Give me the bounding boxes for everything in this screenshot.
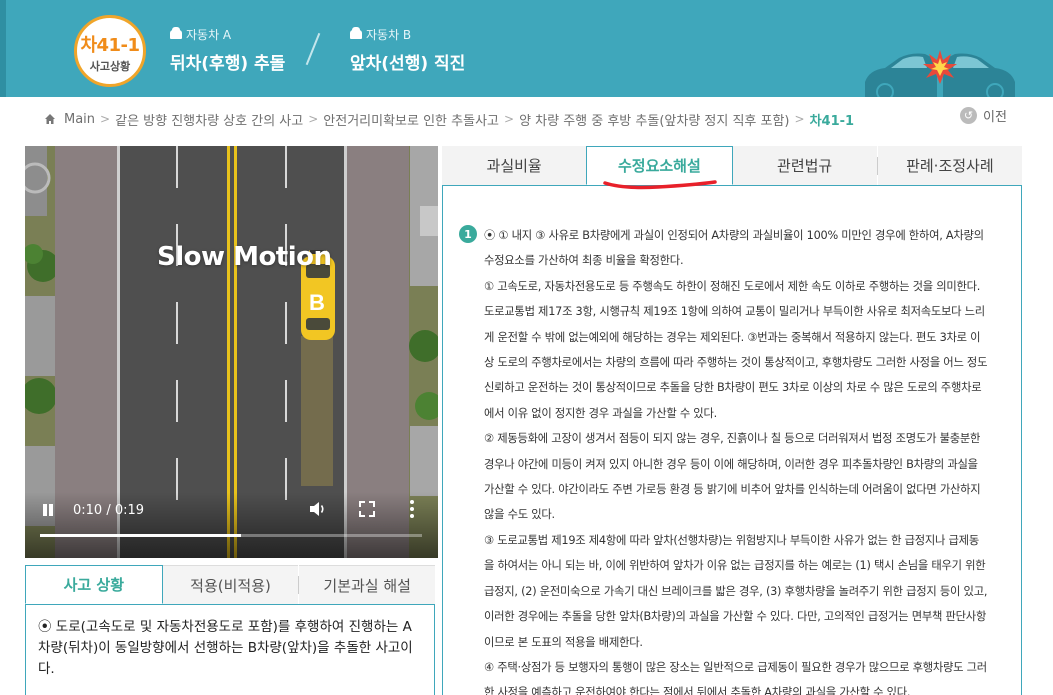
situation-tabs: 사고 상황 적용(비적용) 기본과실 해설 [25,565,436,605]
breadcrumb-item[interactable]: 안전거리미확보로 인한 추돌사고 [323,110,499,129]
car-a-info: 자동차 A 뒤차(후행) 추돌 [170,26,285,74]
video-progress-bar[interactable] [40,534,422,537]
explanation-paragraph: ② 제동등화에 고장이 생겨서 점등이 되지 않는 경우, 진흙이나 칠 등으로… [484,432,981,522]
explanation-tabs: 과실비율 수정요소해설 관련법규 판례·조정사례 [442,146,1022,186]
car-icon [350,27,362,39]
car-b-info: 자동차 B 앞차(선행) 직진 [350,26,465,74]
car-b-title: 앞차(선행) 직진 [350,54,466,74]
explanation-paragraph: ① 고속도로, 자동차전용도로 등 주행속도 하한이 정해진 도로에서 제한 속… [484,279,988,420]
scenario-badge: 차41-1 사고상황 [74,15,146,87]
explanation-paragraph: ④ 주택·상점가 등 보행자의 통행이 많은 장소는 일반적으로 급제동이 필요… [484,660,987,695]
scenario-code: 차41-1 [80,35,140,56]
breadcrumb-separator: > [100,112,111,126]
header-stripe [0,0,6,97]
fullscreen-icon[interactable] [359,501,375,517]
breadcrumb-separator: > [308,112,319,126]
situation-text: ⦿ 도로(고속도로 및 자동차전용도로 포함)를 후행하여 진행하는 A차량(뒤… [38,619,413,677]
car-crash-illustration [865,50,1015,97]
car-b-marker: B [309,290,325,315]
home-icon[interactable] [44,113,56,125]
prev-button[interactable]: ↺ 이전 [960,106,1007,125]
scenario-header: 차41-1 사고상황 자동차 A 뒤차(후행) 추돌 자동차 B 앞차(선행) … [0,0,1053,97]
tab-modifier-explanation[interactable]: 수정요소해설 [586,146,733,185]
car-a-title: 뒤차(후행) 추돌 [170,54,286,74]
breadcrumb-item[interactable]: 양 차량 주행 중 후방 추돌(앞차량 정지 직후 포함) [519,110,789,129]
slow-motion-label: Slow Motion [157,242,332,272]
explanation-paragraph: ⦿ ① 내지 ③ 사유로 B차량에게 과실이 인정되어 A차량의 과실비율이 1… [484,229,984,268]
car-icon [170,27,182,39]
volume-icon[interactable] [309,501,327,517]
video-player[interactable]: B Slow Motion 0:10 / 0:19 [25,146,438,558]
car-b-label: 자동차 B [366,28,412,42]
car-a-label: 자동차 A [186,28,232,42]
tab-related-laws[interactable]: 관련법규 [732,146,877,185]
more-options-icon[interactable] [409,500,415,518]
header-divider [305,32,321,66]
scenario-badge-label: 사고상황 [89,60,131,73]
breadcrumb-item[interactable]: 같은 방향 진행차량 상호 간의 사고 [115,110,303,129]
explanation-text: ⦿ ① 내지 ③ 사유로 B차량에게 과실이 인정되어 A차량의 과실비율이 1… [484,223,989,695]
tab-basic-fault-explanation[interactable]: 기본과실 해설 [299,565,436,604]
tab-accident-situation[interactable]: 사고 상황 [25,565,163,604]
pause-icon[interactable] [42,504,54,518]
breadcrumb-separator: > [504,112,515,126]
breadcrumb-current: 차41-1 [809,113,855,129]
breadcrumb: Main > 같은 방향 진행차량 상호 간의 사고 > 안전거리미확보로 인한… [44,108,854,130]
tab-fault-ratio[interactable]: 과실비율 [442,146,587,185]
tab-case-law[interactable]: 판례·조정사례 [877,146,1022,185]
breadcrumb-separator: > [794,112,805,126]
video-progress-fill [40,534,241,537]
explanation-paragraph: ③ 도로교통법 제19조 제4항에 따라 앞차(선행차량)는 위험방지나 부득이… [484,533,988,649]
prev-button-label: 이전 [983,110,1007,125]
video-controls: 0:10 / 0:19 [25,492,438,558]
video-time: 0:10 / 0:19 [73,503,145,518]
situation-panel: ⦿ 도로(고속도로 및 자동차전용도로 포함)를 후행하여 진행하는 A차량(뒤… [25,605,435,695]
breadcrumb-item[interactable]: Main [64,112,95,127]
item-number-badge: 1 [459,225,477,243]
back-arrow-icon: ↺ [960,107,977,124]
tab-applicability[interactable]: 적용(비적용) [162,565,299,604]
